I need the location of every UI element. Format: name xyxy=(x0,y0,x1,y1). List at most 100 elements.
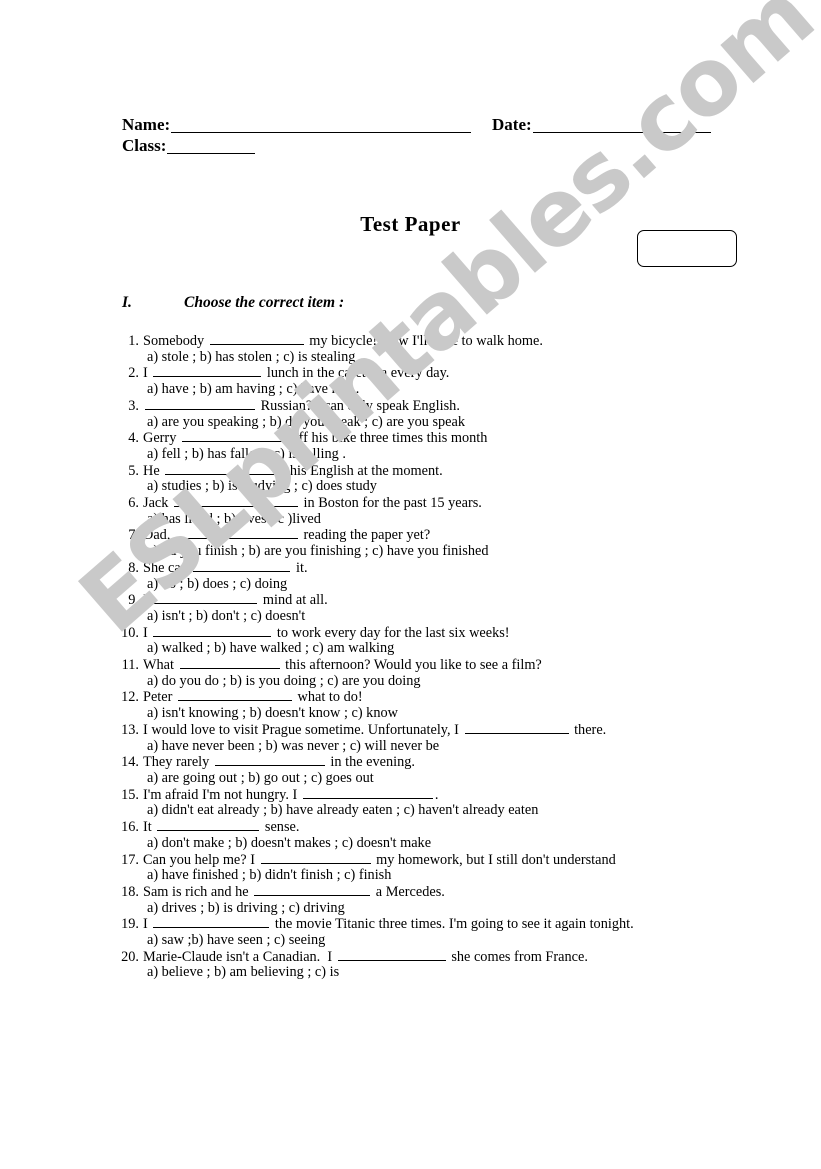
question-text-after-blank: the movie Titanic three times. I'm going… xyxy=(271,916,634,933)
question-item: 7. Dad, reading the paper yet? a)did you f… xyxy=(120,527,780,559)
answer-blank[interactable] xyxy=(153,625,272,637)
question-prompt: 16. It sense. xyxy=(120,819,780,836)
answer-blank[interactable] xyxy=(260,852,371,864)
question-options[interactable]: a)did you finish ; b) are you finishing … xyxy=(147,543,780,560)
question-prompt: 9. I mind at all. xyxy=(120,592,780,609)
question-options[interactable]: a) do you do ; b) is you doing ; c) are … xyxy=(147,673,780,690)
question-text-before-blank: Jack xyxy=(143,495,172,512)
question-number: 19. xyxy=(121,916,139,933)
question-text-before-blank: Sam is rich and he xyxy=(143,883,253,900)
question-text-before-blank: I xyxy=(143,592,152,609)
answer-blank[interactable] xyxy=(337,949,446,961)
question-text-before-blank: It xyxy=(143,819,156,836)
question-options[interactable]: a) stole ; b) has stolen ; c) is stealin… xyxy=(147,349,780,366)
question-item: 15. I'm afraid I'm not hungry. I . a) didn… xyxy=(120,787,780,819)
question-options[interactable]: a) don't make ; b) doesn't makes ; c) do… xyxy=(147,835,780,852)
name-label: Name: xyxy=(122,115,171,134)
question-text-after-blank: there. xyxy=(570,721,607,738)
question-number: 11. xyxy=(121,657,139,674)
question-prompt: 13. I would love to visit Prague sometime… xyxy=(120,722,780,739)
question-item: 20. Marie-Claude isn't a Canadian. I she … xyxy=(120,949,780,981)
question-number: 10. xyxy=(121,624,139,641)
question-number: 17. xyxy=(121,851,139,868)
answer-blank[interactable] xyxy=(153,592,258,605)
question-number: 5. xyxy=(128,462,139,479)
name-input-line[interactable] xyxy=(171,119,472,133)
score-box[interactable] xyxy=(637,230,737,267)
answer-blank[interactable] xyxy=(153,365,262,378)
question-options[interactable]: a) are going out ; b) go out ; c) goes o… xyxy=(147,770,780,787)
question-number: 13. xyxy=(121,721,139,738)
question-options[interactable]: a) have never been ; b) was never ; c) w… xyxy=(147,738,780,755)
question-options[interactable]: a) have finished ; b) didn't finish ; c)… xyxy=(147,867,780,884)
question-prompt: 4. Gerry off his bike three times this mo… xyxy=(120,430,780,447)
answer-blank[interactable] xyxy=(214,754,325,767)
question-prompt: 19. I the movie Titanic three times. I'm … xyxy=(120,916,780,933)
question-options[interactable]: a) fell ; b) has fallen ; c) is falling … xyxy=(147,446,780,463)
question-options[interactable]: a) isn't ; b) don't ; c) doesn't xyxy=(147,608,780,625)
question-item: 6. Jack in Boston for the past 15 years. a… xyxy=(120,495,780,527)
question-text-after-blank: this afternoon? Would you like to see a … xyxy=(281,657,542,674)
question-text-before-blank: I xyxy=(143,624,152,641)
question-item: 9. I mind at all. a) isn't ; b) don't ; c)… xyxy=(120,592,780,624)
question-item: 11. What this afternoon? Would you like t… xyxy=(120,657,780,689)
answer-blank[interactable] xyxy=(179,657,280,670)
section-heading: I. Choose the correct item : xyxy=(122,294,344,312)
date-input-line[interactable] xyxy=(532,119,711,133)
question-options[interactable]: a) drives ; b) is driving ; c) driving xyxy=(147,900,780,917)
answer-blank[interactable] xyxy=(193,560,291,572)
question-text-before-blank: Gerry xyxy=(143,430,180,447)
class-input-line[interactable] xyxy=(167,140,256,154)
question-text-before-blank: Somebody xyxy=(143,333,208,349)
answer-blank[interactable] xyxy=(175,527,298,540)
answer-blank[interactable] xyxy=(157,819,260,832)
question-text-before-blank: What xyxy=(143,657,178,674)
question-options[interactable]: a) saw ;b) have seen ; c) seeing xyxy=(147,932,780,949)
question-text-before-blank: I would love to visit Prague sometime. U… xyxy=(143,721,463,738)
question-text-before-blank: Peter xyxy=(143,689,176,706)
question-options[interactable]: a) have ; b) am having ; c) have had . xyxy=(147,381,780,398)
question-prompt: 14. They rarely in the evening. xyxy=(120,754,780,771)
answer-blank[interactable] xyxy=(254,884,371,896)
answer-blank[interactable] xyxy=(173,495,298,508)
question-number: 15. xyxy=(121,786,139,803)
question-options[interactable]: a) isn't knowing ; b) doesn't know ; c) … xyxy=(147,705,780,722)
class-field-row: Class: xyxy=(122,133,722,154)
question-options[interactable]: a) has lived ; b) lives ; c )lived xyxy=(147,511,780,528)
question-number: 20. xyxy=(121,948,139,965)
question-text-before-blank: I xyxy=(143,365,152,382)
answer-blank[interactable] xyxy=(464,722,569,734)
question-text-after-blank: his English at the moment. xyxy=(286,462,443,479)
answer-blank[interactable] xyxy=(165,463,285,475)
question-options[interactable]: a) believe ; b) am believing ; c) is xyxy=(147,965,780,981)
answer-blank[interactable] xyxy=(153,916,270,929)
question-item: 14. They rarely in the evening. a) are goi… xyxy=(120,754,780,786)
question-text-after-blank: mind at all. xyxy=(259,592,328,609)
question-number: 2. xyxy=(128,365,139,382)
question-text-after-blank: what to do! xyxy=(293,689,363,706)
section-title: Choose the correct item : xyxy=(184,294,345,311)
answer-blank[interactable] xyxy=(145,398,255,410)
question-item: 8. She can it. a) do ; b) does ; c) doing xyxy=(120,560,780,592)
question-prompt: 17. Can you help me? I my homework, but I… xyxy=(120,852,780,869)
question-prompt: 12. Peter what to do! xyxy=(120,689,780,706)
question-options[interactable]: a) studies ; b) is studying ; c) does st… xyxy=(147,479,780,495)
question-text-before-blank: Marie-Claude isn't a Canadian. I xyxy=(143,948,336,965)
question-item: 3. Russian? I can only speak English. a) … xyxy=(120,398,780,430)
question-text-after-blank: off his bike three times this month xyxy=(287,430,488,447)
question-options[interactable]: a) are you speaking ; b) do you speak ; … xyxy=(147,414,780,431)
question-text-after-blank: . xyxy=(434,786,439,803)
question-prompt: 10. I to work every day for the last six … xyxy=(120,625,780,642)
answer-blank[interactable] xyxy=(181,430,286,443)
question-options[interactable]: a) do ; b) does ; c) doing xyxy=(147,576,780,593)
answer-blank[interactable] xyxy=(302,787,433,799)
question-prompt: 6. Jack in Boston for the past 15 years. xyxy=(120,495,780,512)
question-options[interactable]: a) walked ; b) have walked ; c) am walki… xyxy=(147,641,780,657)
question-text-after-blank: she comes from France. xyxy=(447,948,588,965)
answer-blank[interactable] xyxy=(209,333,304,345)
worksheet-page: Name: Class: Date: Test Paper I. Choose … xyxy=(0,0,821,1169)
question-options[interactable]: a) didn't eat already ; b) have already … xyxy=(147,803,780,819)
question-text-after-blank: in Boston for the past 15 years. xyxy=(299,495,482,512)
question-item: 13. I would love to visit Prague sometime… xyxy=(120,722,780,754)
answer-blank[interactable] xyxy=(177,689,292,702)
